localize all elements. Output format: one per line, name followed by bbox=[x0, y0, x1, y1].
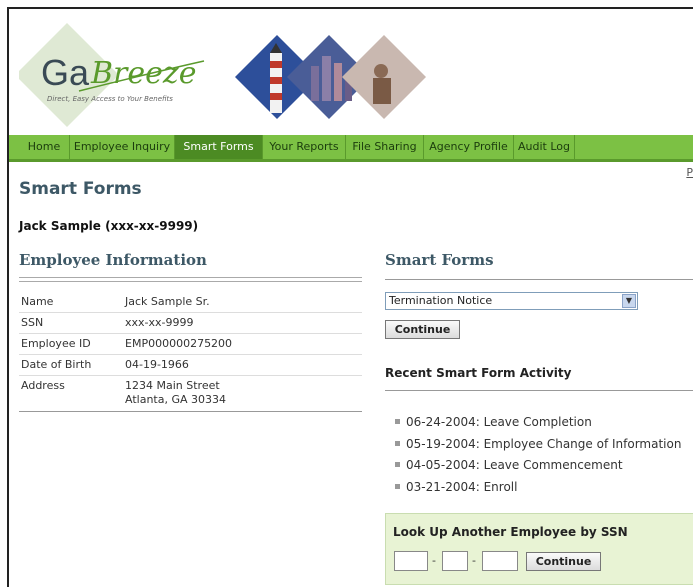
nav-file-sharing[interactable]: File Sharing bbox=[345, 135, 423, 159]
nav-your-reports[interactable]: Your Reports bbox=[262, 135, 345, 159]
table-row: SSN xxx-xx-9999 bbox=[19, 312, 362, 334]
address-label: Address bbox=[19, 375, 123, 412]
employee-info-divider bbox=[19, 277, 362, 282]
name-label: Name bbox=[19, 292, 123, 313]
smart-form-select-value: Termination Notice bbox=[389, 294, 493, 307]
activity-text: 03-21-2004: Enroll bbox=[406, 479, 518, 494]
ssn-lookup-panel: Look Up Another Employee by SSN - - Cont… bbox=[385, 513, 693, 585]
smart-form-select[interactable]: Termination Notice ▼ bbox=[385, 292, 638, 310]
smart-forms-title: Smart Forms bbox=[385, 251, 494, 269]
logo-ga-text: Ga bbox=[41, 52, 90, 93]
employee-id-label: Employee ID bbox=[19, 333, 123, 355]
employee-header: Jack Sample (xxx-xx-9999) bbox=[19, 219, 199, 233]
nav-agency-profile[interactable]: Agency Profile bbox=[423, 135, 513, 159]
list-item[interactable]: 03-21-2004: Enroll bbox=[395, 477, 681, 499]
page-title: Smart Forms bbox=[19, 179, 142, 199]
ssn-part2-input[interactable] bbox=[442, 551, 468, 571]
address-line-1: 1234 Main Street bbox=[125, 379, 220, 392]
name-value: Jack Sample Sr. bbox=[123, 292, 362, 313]
recent-activity-title: Recent Smart Form Activity bbox=[385, 366, 572, 380]
ssn-separator-1: - bbox=[432, 554, 436, 567]
bullet-icon bbox=[395, 419, 400, 424]
address-line-2: Atlanta, GA 30334 bbox=[125, 393, 226, 406]
smart-form-continue-button[interactable]: Continue bbox=[385, 320, 460, 339]
ssn-label: SSN bbox=[19, 312, 123, 334]
recent-activity-divider bbox=[385, 390, 693, 391]
smart-forms-divider bbox=[385, 279, 693, 280]
table-row: Employee ID EMP000000275200 bbox=[19, 333, 362, 355]
activity-text: 06-24-2004: Leave Completion bbox=[406, 415, 592, 429]
bullet-icon bbox=[395, 462, 400, 467]
logo-breeze-text: Breeze bbox=[90, 56, 196, 91]
table-row: Address 1234 Main Street Atlanta, GA 303… bbox=[19, 375, 362, 412]
gabreeze-logo[interactable]: Ga Breeze Direct, Easy Access to Your Be… bbox=[15, 21, 449, 135]
bullet-icon bbox=[395, 440, 400, 446]
logo-tagline: Direct, Easy Access to Your Benefits bbox=[47, 95, 173, 103]
employee-info-table: Name Jack Sample Sr. SSN xxx-xx-9999 Emp… bbox=[19, 292, 362, 412]
nav-home[interactable]: Home bbox=[19, 135, 69, 159]
table-row: Name Jack Sample Sr. bbox=[19, 292, 362, 313]
main-nav-bar: Home Employee Inquiry Smart Forms Your R… bbox=[9, 135, 693, 162]
bullet-icon bbox=[395, 483, 400, 489]
nav-smart-forms[interactable]: Smart Forms bbox=[174, 135, 262, 159]
table-row: Date of Birth 04-19-1966 bbox=[19, 354, 362, 376]
list-item[interactable]: 06-24-2004: Leave Completion bbox=[395, 412, 681, 434]
activity-text: 04-05-2004: Leave Commencement bbox=[406, 458, 623, 472]
employee-id-value: EMP000000275200 bbox=[123, 333, 362, 355]
activity-text: 05-19-2004: Employee Change of Informati… bbox=[406, 436, 682, 451]
dob-value: 04-19-1966 bbox=[123, 354, 362, 376]
ssn-lookup-title: Look Up Another Employee by SSN bbox=[393, 525, 628, 539]
ssn-part3-input[interactable] bbox=[482, 551, 518, 571]
list-item[interactable]: 04-05-2004: Leave Commencement bbox=[395, 455, 681, 477]
nav-audit-log[interactable]: Audit Log bbox=[513, 135, 575, 159]
employee-info-title: Employee Information bbox=[19, 251, 207, 269]
ssn-part1-input[interactable] bbox=[394, 551, 428, 571]
top-right-link[interactable]: P bbox=[686, 166, 693, 179]
recent-activity-list: 06-24-2004: Leave Completion 05-19-2004:… bbox=[395, 412, 681, 498]
chevron-down-icon[interactable]: ▼ bbox=[622, 294, 636, 308]
app-frame: Ga Breeze Direct, Easy Access to Your Be… bbox=[7, 7, 693, 587]
dob-label: Date of Birth bbox=[19, 354, 123, 376]
ssn-separator-2: - bbox=[472, 554, 476, 567]
nav-employee-inquiry[interactable]: Employee Inquiry bbox=[69, 135, 174, 159]
address-value: 1234 Main Street Atlanta, GA 30334 bbox=[123, 375, 362, 412]
list-item[interactable]: 05-19-2004: Employee Change of Informati… bbox=[395, 434, 681, 456]
ssn-lookup-continue-button[interactable]: Continue bbox=[526, 552, 601, 571]
ssn-value: xxx-xx-9999 bbox=[123, 312, 362, 334]
